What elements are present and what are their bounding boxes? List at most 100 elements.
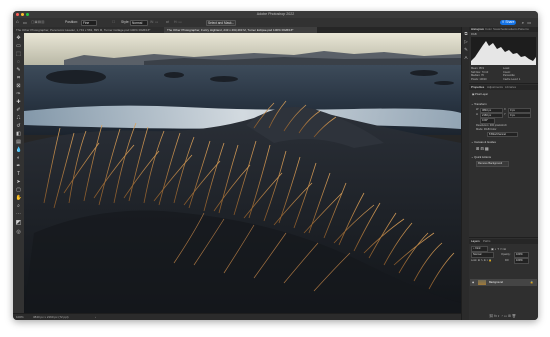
resolution-label: Resolution: 300 pixels/inch [476, 124, 507, 127]
right-panels: Histogram Color Swatches Gradients Patte… [469, 27, 538, 320]
marquee-tool-icon[interactable]: ▭ [23, 20, 27, 25]
layer-footer-icons[interactable]: ⛓ fx ◐ ◔ ▭ ⊞ 🗑 [489, 314, 516, 318]
eraser-tool-icon[interactable]: ◧ [16, 131, 22, 137]
quick-mask-icon[interactable]: ◎ [16, 229, 22, 235]
zoom-tool-icon[interactable]: ⌕ [16, 203, 22, 209]
status-bar: 100% 3840 px x 2160 px (72 ppi) › [13, 313, 461, 320]
clone-stamp-tool-icon[interactable]: ⎍ [16, 115, 22, 121]
canvas-area[interactable] [24, 33, 461, 313]
hist-cache: Cache Level: 1 [503, 77, 521, 81]
visibility-eye-icon[interactable]: ◉ [472, 281, 474, 284]
document-canvas[interactable] [24, 33, 461, 313]
histogram-graph [471, 37, 536, 65]
histogram-plot [471, 41, 536, 65]
bit-depth-select[interactable]: 8 Bits/Channel [487, 131, 518, 137]
y-label: Y [504, 113, 506, 116]
height-field[interactable]: H: ▭ [174, 20, 182, 24]
zoom-level[interactable]: 100% [16, 315, 24, 319]
remove-background-button[interactable]: Remove Background [476, 161, 509, 167]
share-button[interactable]: ⇪ Share [500, 19, 516, 25]
layer-thumbnail [478, 280, 486, 285]
artboard-tool-icon[interactable]: ▭ [16, 43, 22, 49]
transform-section[interactable]: ⌄ Transform [471, 102, 487, 106]
hand-tool-icon[interactable]: ✋ [16, 195, 22, 201]
h-label: H [476, 113, 478, 116]
eyedropper-tool-icon[interactable]: ✑ [16, 91, 22, 97]
dodge-tool-icon[interactable]: ◐ [16, 155, 22, 161]
fill-field[interactable]: 100% [514, 258, 529, 264]
lasso-tool-icon[interactable]: ◌ [16, 59, 22, 65]
angle-field[interactable]: 0.00° [480, 118, 495, 124]
color-swatches-icon[interactable]: ◩ [16, 220, 22, 226]
blur-tool-icon[interactable]: 💧 [16, 147, 22, 153]
crop-tool-icon[interactable]: ⌗ [16, 75, 22, 81]
title-bar: Adobe Photoshop 2022 [13, 11, 538, 18]
tab-color[interactable]: Color [485, 27, 492, 32]
style-select[interactable]: Normal [130, 20, 148, 26]
selection-mode-icons[interactable]: ▢▣▤▥ [31, 20, 45, 24]
photoshop-window: Adobe Photoshop 2022 ⌂ ▭ ▢▣▤▥ Position: … [13, 11, 538, 320]
actions-panel-icon[interactable]: ▷ [464, 39, 469, 44]
home-icon[interactable]: ⌂ [16, 19, 19, 24]
lock-icon[interactable]: 🔒 [530, 281, 533, 284]
style-label: Style: [121, 20, 130, 24]
window-title: Adobe Photoshop 2022 [256, 12, 295, 16]
marquee-tool-icon[interactable]: ⬚ [16, 51, 22, 57]
layers-panel-tabs: Layers Paths [469, 239, 538, 244]
gradient-tool-icon[interactable]: ▤ [16, 139, 22, 145]
edit-toolbar-icon[interactable]: ⋯ [16, 211, 22, 217]
hist-pixels: Pixels: 10010 [471, 77, 487, 81]
canvas-guides-section[interactable]: ⌄ Canvas & Guides [471, 140, 496, 144]
tab-adjustments[interactable]: Adjustments [487, 85, 503, 90]
history-brush-tool-icon[interactable]: ↺ [16, 123, 22, 129]
blend-mode-select[interactable]: Normal [471, 252, 494, 258]
tab-properties[interactable]: Properties [471, 85, 484, 90]
position-select[interactable]: Fine [81, 20, 97, 26]
character-panel-icon[interactable]: A [464, 55, 469, 60]
panel-divider [469, 237, 538, 238]
frame-tool-icon[interactable]: ⊠ [16, 83, 22, 89]
tab-libraries[interactable]: Libraries [505, 85, 516, 90]
y-field[interactable]: 0 px [508, 112, 531, 118]
histogram-channel[interactable]: RGB [471, 33, 477, 36]
tab-patterns[interactable]: Patterns [518, 27, 529, 32]
move-tool-icon[interactable]: ✥ [16, 35, 22, 41]
brush-panel-icon[interactable]: ✎ [464, 47, 469, 52]
tab-swatches[interactable]: Swatches [493, 27, 506, 32]
document-info[interactable]: 3840 px x 2160 px (72 ppi) [33, 315, 69, 319]
swap-icon[interactable]: ⇄ [166, 20, 169, 24]
workspace-icon[interactable]: ▭ [527, 20, 531, 25]
layer-kind-filter[interactable]: ⌕ Kind [471, 246, 488, 252]
type-tool-icon[interactable]: T [16, 171, 22, 177]
history-panel-icon[interactable]: ⧉ [464, 31, 469, 36]
pixel-layer-label: ▣ Pixel Layer [472, 93, 489, 96]
guide-icons[interactable]: ⊞ ⊟ ▦ [476, 146, 489, 151]
properties-panel-tabs: Properties Adjustments Libraries [469, 85, 538, 90]
layer-filter-icons[interactable]: ▣ ◐ T ▭ ⊞ [491, 247, 506, 251]
healing-brush-tool-icon[interactable]: ✚ [16, 99, 22, 105]
layer-row-background[interactable]: ◉ Background 🔒 [470, 279, 537, 286]
layer-name[interactable]: Background [489, 281, 503, 284]
position-label: Position: [65, 20, 79, 24]
fill-label: Fill: [505, 258, 510, 262]
tab-histogram[interactable]: Histogram [471, 27, 484, 32]
path-selection-tool-icon[interactable]: ➤ [16, 179, 22, 185]
tab-paths[interactable]: Paths [483, 239, 490, 244]
opacity-field[interactable]: 100% [514, 252, 529, 258]
quick-selection-tool-icon[interactable]: ✎ [16, 67, 22, 73]
w-label: W [476, 108, 479, 111]
tab-gradients[interactable]: Gradients [505, 27, 518, 32]
panel-divider [469, 83, 538, 84]
quick-actions-section[interactable]: ⌄ Quick Actions [471, 155, 491, 159]
width-field[interactable]: W: ▭ [150, 20, 158, 24]
status-arrow-icon[interactable]: › [95, 315, 96, 319]
tab-layers[interactable]: Layers [471, 239, 480, 244]
antialias-label: ☐ [112, 20, 116, 24]
select-and-mask-button[interactable]: Select and Mask... [206, 20, 236, 26]
pen-tool-icon[interactable]: ✒ [16, 163, 22, 169]
lock-label: Lock: ⊞ ✎ ✥ ⌗ 🔒 [471, 258, 493, 262]
rectangle-tool-icon[interactable]: ▢ [16, 187, 22, 193]
opacity-label: Opacity: [501, 252, 511, 256]
search-icon[interactable]: ⌕ [522, 20, 524, 25]
brush-tool-icon[interactable]: ✐ [16, 107, 22, 113]
